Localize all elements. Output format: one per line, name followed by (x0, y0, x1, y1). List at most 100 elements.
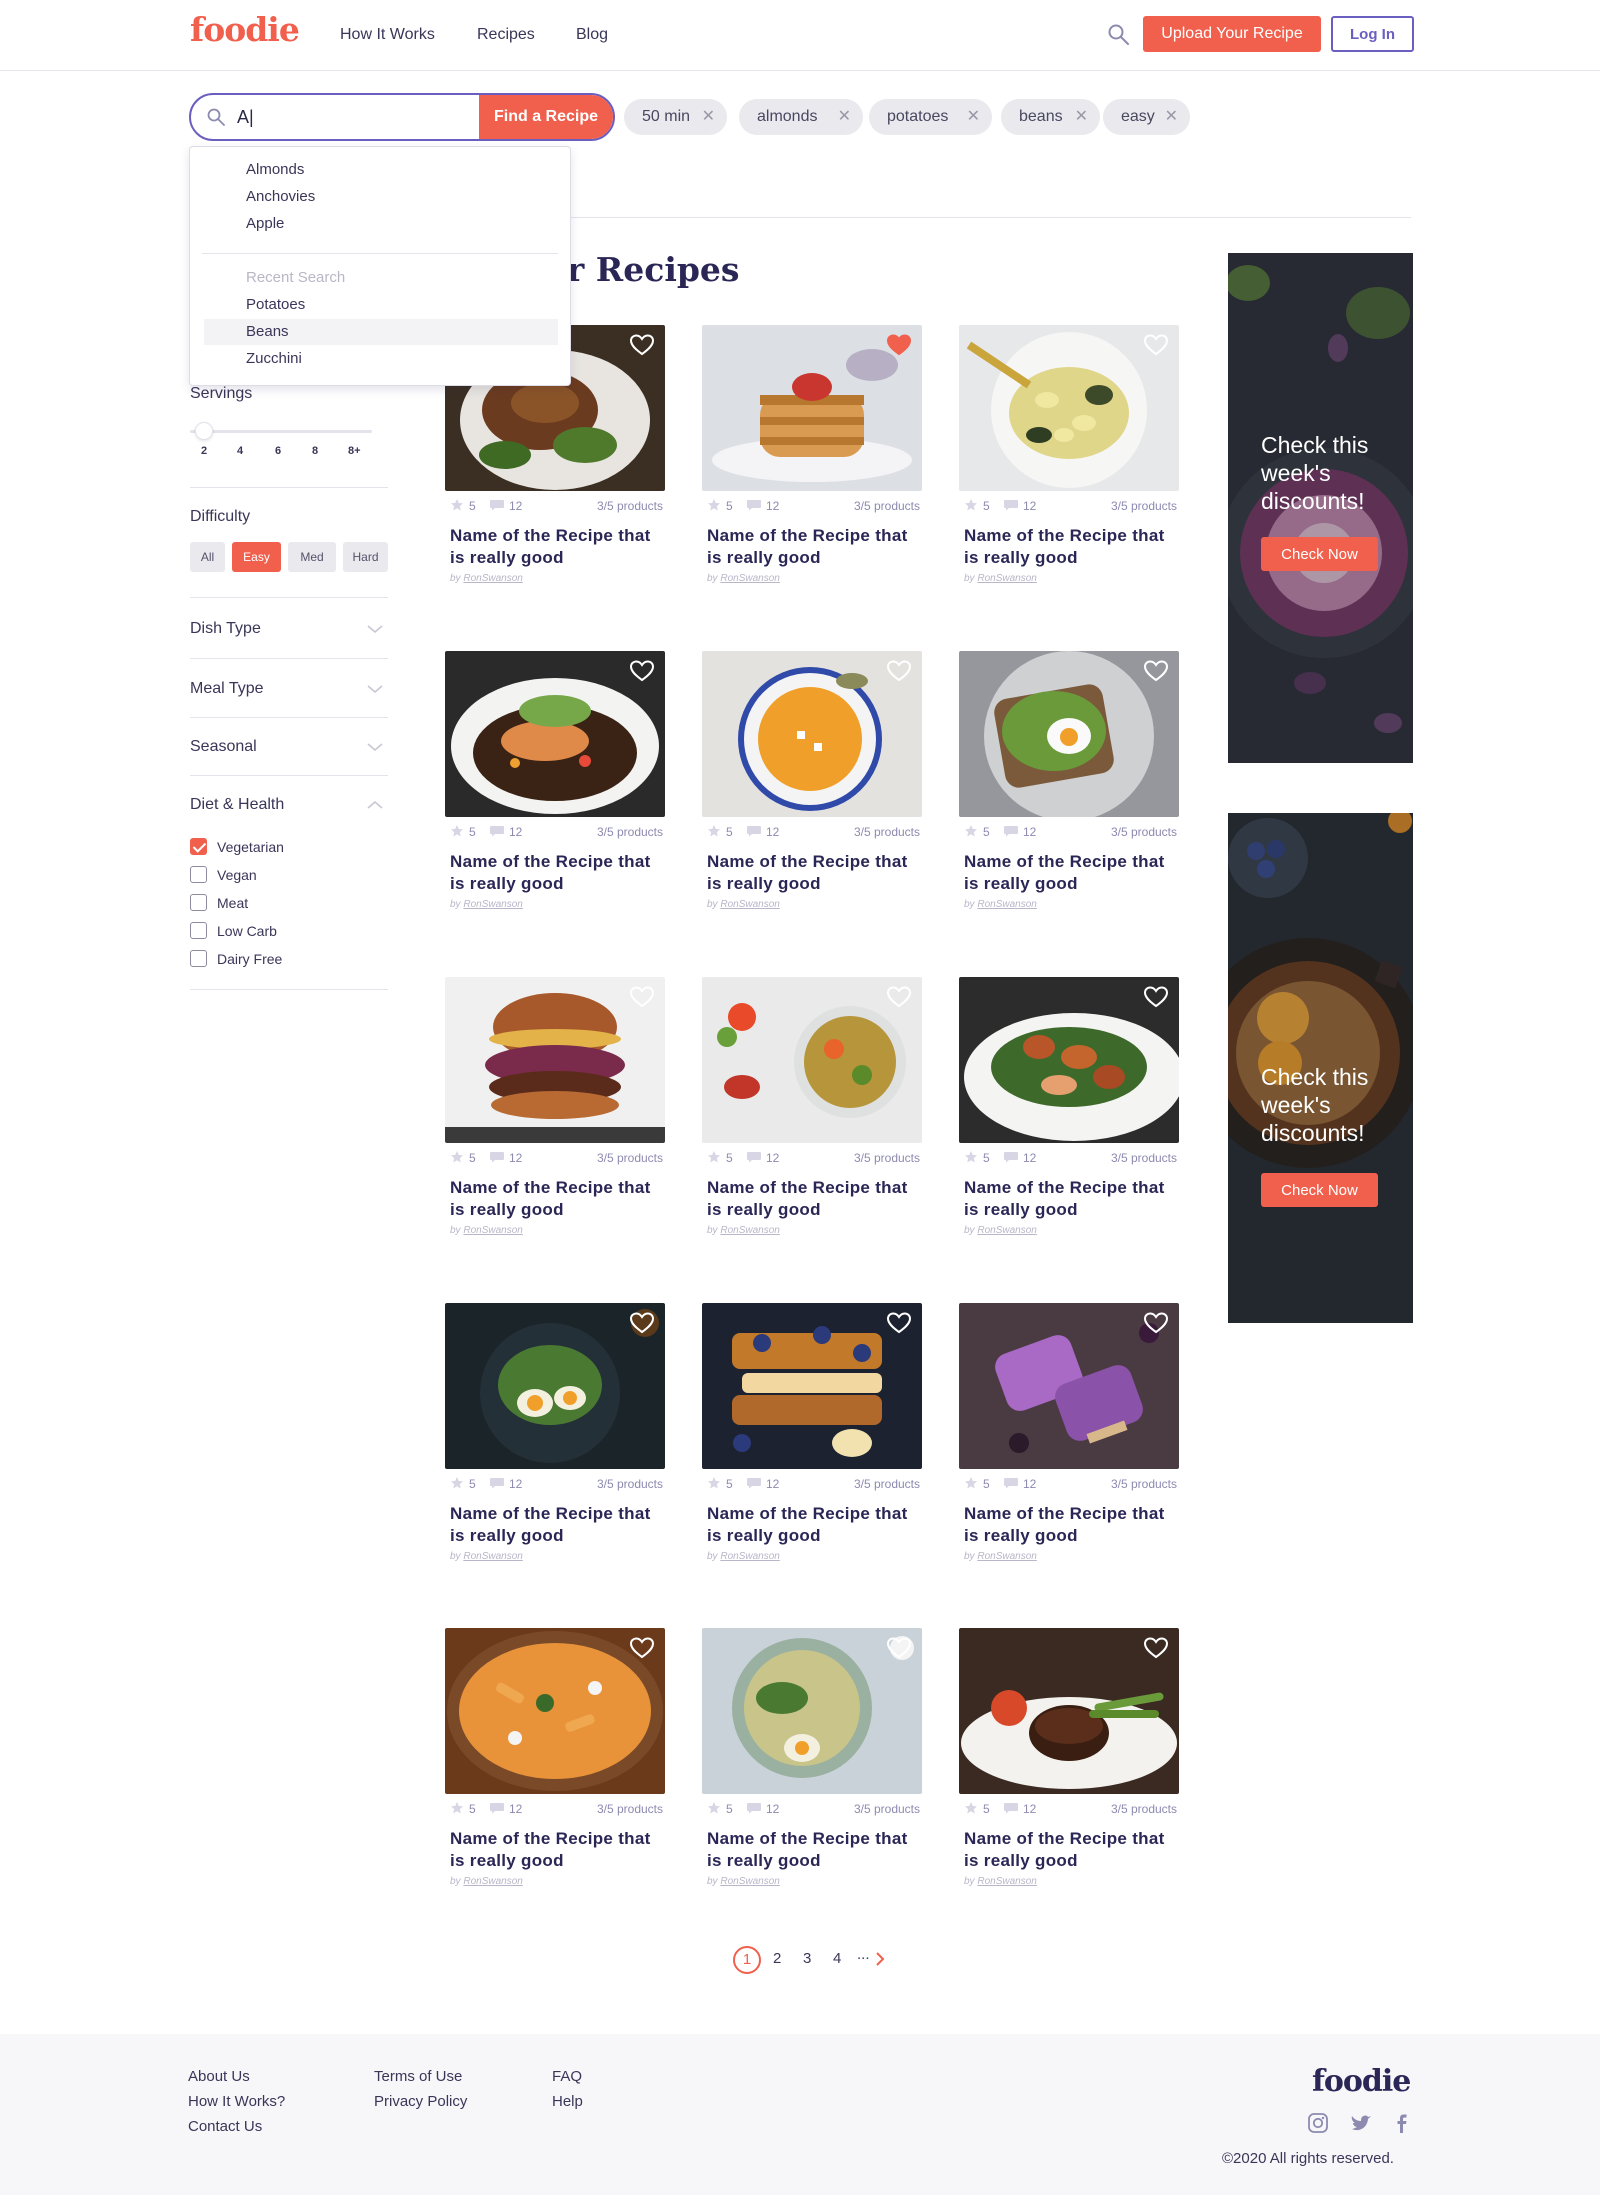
recipe-card[interactable]: 5 12 3/5 products Name of the Recipe tha… (959, 651, 1179, 921)
author-link[interactable]: RonSwanson (463, 1225, 522, 1236)
recipe-title[interactable]: Name of the Recipe that is really good (450, 1503, 660, 1547)
recent-item[interactable]: Beans (246, 323, 289, 340)
recipe-card[interactable]: 5 12 3/5 products Name of the Recipe tha… (702, 1628, 922, 1898)
heart-icon[interactable] (629, 1636, 655, 1660)
nav-recipes[interactable]: Recipes (477, 26, 535, 44)
check-now-button[interactable]: Check Now (1261, 1173, 1378, 1207)
recipe-card[interactable]: 5 12 3/5 products Name of the Recipe tha… (959, 1303, 1179, 1573)
author-link[interactable]: RonSwanson (720, 573, 779, 584)
heart-icon[interactable] (629, 333, 655, 357)
recent-item[interactable]: Zucchini (246, 350, 302, 367)
login-button[interactable]: Log In (1331, 16, 1414, 52)
page-3[interactable]: 3 (803, 1950, 811, 1967)
search-input[interactable] (237, 101, 467, 133)
footer-privacy[interactable]: Privacy Policy (374, 2093, 467, 2110)
author-link[interactable]: RonSwanson (977, 1551, 1036, 1562)
author-link[interactable]: RonSwanson (977, 1225, 1036, 1236)
recipe-title[interactable]: Name of the Recipe that is really good (964, 1503, 1174, 1547)
author-link[interactable]: RonSwanson (463, 573, 522, 584)
recipe-title[interactable]: Name of the Recipe that is really good (450, 1828, 660, 1872)
author-link[interactable]: RonSwanson (720, 1225, 779, 1236)
recipe-title[interactable]: Name of the Recipe that is really good (707, 1503, 917, 1547)
footer-help[interactable]: Help (552, 2093, 583, 2110)
checkbox[interactable] (190, 838, 207, 855)
ad-banner[interactable]: Check this week's discounts! Check Now (1228, 813, 1413, 1323)
nav-blog[interactable]: Blog (576, 26, 608, 44)
heart-icon[interactable] (886, 985, 912, 1009)
footer-faq[interactable]: FAQ (552, 2068, 582, 2085)
facebook-icon[interactable] (1390, 2112, 1412, 2134)
filter-chip[interactable]: 50 min ✕ (624, 99, 727, 135)
recipe-card[interactable]: 5 12 3/5 products Name of the Recipe tha… (445, 651, 665, 921)
check-now-button[interactable]: Check Now (1261, 537, 1378, 571)
close-icon[interactable]: ✕ (1075, 99, 1088, 135)
filter-chip[interactable]: almonds ✕ (739, 99, 863, 135)
recipe-card[interactable]: 5 12 3/5 products Name of the Recipe tha… (702, 977, 922, 1247)
author-link[interactable]: RonSwanson (720, 1876, 779, 1887)
heart-icon[interactable] (886, 1636, 912, 1660)
recent-item[interactable]: Potatoes (246, 296, 305, 313)
checkbox[interactable] (190, 922, 207, 939)
recipe-card[interactable]: 5 12 3/5 products Name of the Recipe tha… (702, 1303, 922, 1573)
nav-how-it-works[interactable]: How It Works (340, 26, 435, 44)
checkbox[interactable] (190, 950, 207, 967)
heart-icon[interactable] (629, 659, 655, 683)
search-icon[interactable] (1106, 22, 1132, 48)
suggestion-item[interactable]: Anchovies (246, 188, 315, 205)
accordion-diet-health[interactable]: Diet & Health (190, 796, 388, 814)
checkbox[interactable] (190, 894, 207, 911)
recipe-card[interactable]: 5 12 3/5 products Name of the Recipe tha… (702, 325, 922, 595)
accordion-seasonal[interactable]: Seasonal (190, 738, 388, 756)
page-1[interactable]: 1 (733, 1946, 761, 1974)
footer-how-it-works[interactable]: How It Works? (188, 2093, 285, 2110)
recipe-card[interactable]: 5 12 3/5 products Name of the Recipe tha… (702, 651, 922, 921)
author-link[interactable]: RonSwanson (463, 899, 522, 910)
recipe-title[interactable]: Name of the Recipe that is really good (707, 1828, 917, 1872)
recipe-title[interactable]: Name of the Recipe that is really good (707, 851, 917, 895)
logo[interactable]: foodie (190, 10, 300, 49)
recipe-title[interactable]: Name of the Recipe that is really good (964, 1828, 1174, 1872)
recipe-title[interactable]: Name of the Recipe that is really good (450, 1177, 660, 1221)
recipe-card[interactable]: 5 12 3/5 products Name of the Recipe tha… (959, 977, 1179, 1247)
author-link[interactable]: RonSwanson (463, 1876, 522, 1887)
heart-icon[interactable] (1143, 1636, 1169, 1660)
recipe-card[interactable]: 5 12 3/5 products Name of the Recipe tha… (445, 1628, 665, 1898)
author-link[interactable]: RonSwanson (977, 1876, 1036, 1887)
recipe-title[interactable]: Name of the Recipe that is really good (707, 1177, 917, 1221)
recipe-title[interactable]: Name of the Recipe that is really good (450, 851, 660, 895)
recipe-card[interactable]: 5 12 3/5 products Name of the Recipe tha… (445, 1303, 665, 1573)
recipe-title[interactable]: Name of the Recipe that is really good (707, 525, 917, 569)
checkbox[interactable] (190, 866, 207, 883)
author-link[interactable]: RonSwanson (720, 899, 779, 910)
suggestion-item[interactable]: Almonds (246, 161, 304, 178)
heart-icon[interactable] (629, 985, 655, 1009)
filter-chip[interactable]: easy ✕ (1103, 99, 1190, 135)
close-icon[interactable]: ✕ (702, 99, 715, 135)
recipe-card[interactable]: 5 12 3/5 products Name of the Recipe tha… (959, 325, 1179, 595)
page-4[interactable]: 4 (833, 1950, 841, 1967)
instagram-icon[interactable] (1307, 2112, 1329, 2134)
recipe-title[interactable]: Name of the Recipe that is really good (964, 525, 1174, 569)
footer-terms[interactable]: Terms of Use (374, 2068, 462, 2085)
suggestion-item[interactable]: Apple (246, 215, 284, 232)
close-icon[interactable]: ✕ (1165, 99, 1178, 135)
ad-banner[interactable]: Check this week's discounts! Check Now (1228, 253, 1413, 763)
footer-about[interactable]: About Us (188, 2068, 250, 2085)
author-link[interactable]: RonSwanson (720, 1551, 779, 1562)
author-link[interactable]: RonSwanson (977, 573, 1036, 584)
servings-slider-track[interactable] (190, 430, 372, 433)
footer-contact[interactable]: Contact Us (188, 2118, 262, 2135)
author-link[interactable]: RonSwanson (977, 899, 1036, 910)
footer-logo[interactable]: foodie (1312, 2064, 1411, 2099)
upload-recipe-button[interactable]: Upload Your Recipe (1143, 16, 1321, 52)
servings-slider-handle[interactable] (195, 422, 213, 440)
heart-icon[interactable] (1143, 985, 1169, 1009)
recipe-card[interactable]: 5 12 3/5 products Name of the Recipe tha… (445, 977, 665, 1247)
page-2[interactable]: 2 (773, 1950, 781, 1967)
difficulty-hard[interactable]: Hard (343, 542, 388, 572)
recipe-card[interactable]: 5 12 3/5 products Name of the Recipe tha… (959, 1628, 1179, 1898)
heart-icon[interactable] (1143, 659, 1169, 683)
filter-chip[interactable]: potatoes ✕ (869, 99, 992, 135)
recipe-title[interactable]: Name of the Recipe that is really good (450, 525, 660, 569)
close-icon[interactable]: ✕ (967, 99, 980, 135)
